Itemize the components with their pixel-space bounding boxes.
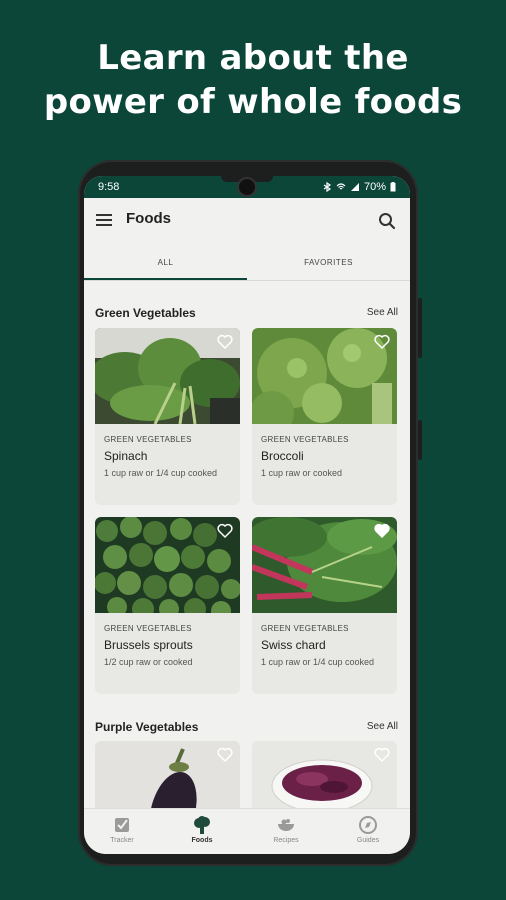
hamburger-menu-icon[interactable] [96,214,112,228]
promo-headline: Learn about the power of whole foods [0,36,506,124]
battery-icon [390,182,396,192]
phone-screen: 9:58 70% Foods ALL FAVORITES Green Veget… [84,176,410,854]
card-food-name: Swiss chard [261,638,326,652]
card-serving: 1 cup raw or cooked [261,468,343,478]
card-food-name: Brussels sprouts [104,638,193,652]
favorite-heart-icon[interactable] [217,747,233,762]
see-all-purple-vegetables-link[interactable]: See All [367,721,398,732]
page-title: Foods [126,210,171,227]
card-serving: 1 cup raw or 1/4 cup cooked [261,657,375,667]
card-category: GREEN VEGETABLES [104,624,192,633]
see-all-green-vegetables-link[interactable]: See All [367,307,398,318]
nav-tracker[interactable]: Tracker [92,815,152,844]
battery-percent: 70% [363,181,386,193]
card-serving: 1 cup raw or 1/4 cup cooked [104,468,218,478]
phone-side-button [418,420,422,460]
tab-indicator [84,278,247,280]
favorite-heart-icon[interactable] [374,747,390,762]
card-serving: 1/2 cup raw or cooked [104,657,193,667]
favorite-heart-icon[interactable] [217,523,233,538]
nav-label: Tracker [110,837,134,844]
compass-icon [359,816,377,834]
signal-icon [350,183,359,191]
tab-favorites[interactable]: FAVORITES [247,258,410,267]
app-bar: Foods [84,198,410,244]
nav-guides[interactable]: Guides [338,815,398,844]
nav-recipes[interactable]: Recipes [256,815,316,844]
food-card-brussels-sprouts[interactable]: GREEN VEGETABLES Brussels sprouts 1/2 cu… [95,517,240,694]
favorite-heart-icon[interactable] [374,523,390,538]
favorite-heart-icon[interactable] [374,334,390,349]
tab-bar: ALL FAVORITES [84,244,410,281]
search-icon[interactable] [378,212,396,230]
headline-line-1: Learn about the [97,38,409,78]
nav-label: Recipes [273,837,299,844]
food-card-swiss-chard[interactable]: GREEN VEGETABLES Swiss chard 1 cup raw o… [252,517,397,694]
favorite-heart-icon[interactable] [217,334,233,349]
card-food-name: Spinach [104,449,148,463]
card-food-name: Broccoli [261,449,304,463]
bottom-navigation: Tracker Foods Recipes Guides [84,808,410,854]
status-bar: 9:58 70% [84,176,410,198]
headline-line-2: power of whole foods [43,82,463,122]
nav-foods[interactable]: Foods [172,815,232,844]
tab-all[interactable]: ALL [84,258,247,267]
camera-icon [237,177,257,197]
phone-side-button [418,298,422,358]
nav-label: Foods [191,837,213,844]
broccoli-icon [194,816,210,834]
card-category: GREEN VEGETABLES [104,435,192,444]
status-time: 9:58 [98,181,120,193]
card-category: GREEN VEGETABLES [261,624,349,633]
wifi-icon [336,183,346,190]
nav-label: Guides [356,837,380,844]
status-icons: 70% [322,181,396,193]
checkbox-icon [115,818,129,832]
food-card-broccoli[interactable]: GREEN VEGETABLES Broccoli 1 cup raw or c… [252,328,397,505]
section-title-green-vegetables: Green Vegetables [95,306,196,320]
bluetooth-icon [323,182,332,192]
food-card-spinach[interactable]: GREEN VEGETABLES Spinach 1 cup raw or 1/… [95,328,240,505]
section-title-purple-vegetables: Purple Vegetables [95,720,199,734]
card-category: GREEN VEGETABLES [261,435,349,444]
bowl-icon [278,819,294,831]
